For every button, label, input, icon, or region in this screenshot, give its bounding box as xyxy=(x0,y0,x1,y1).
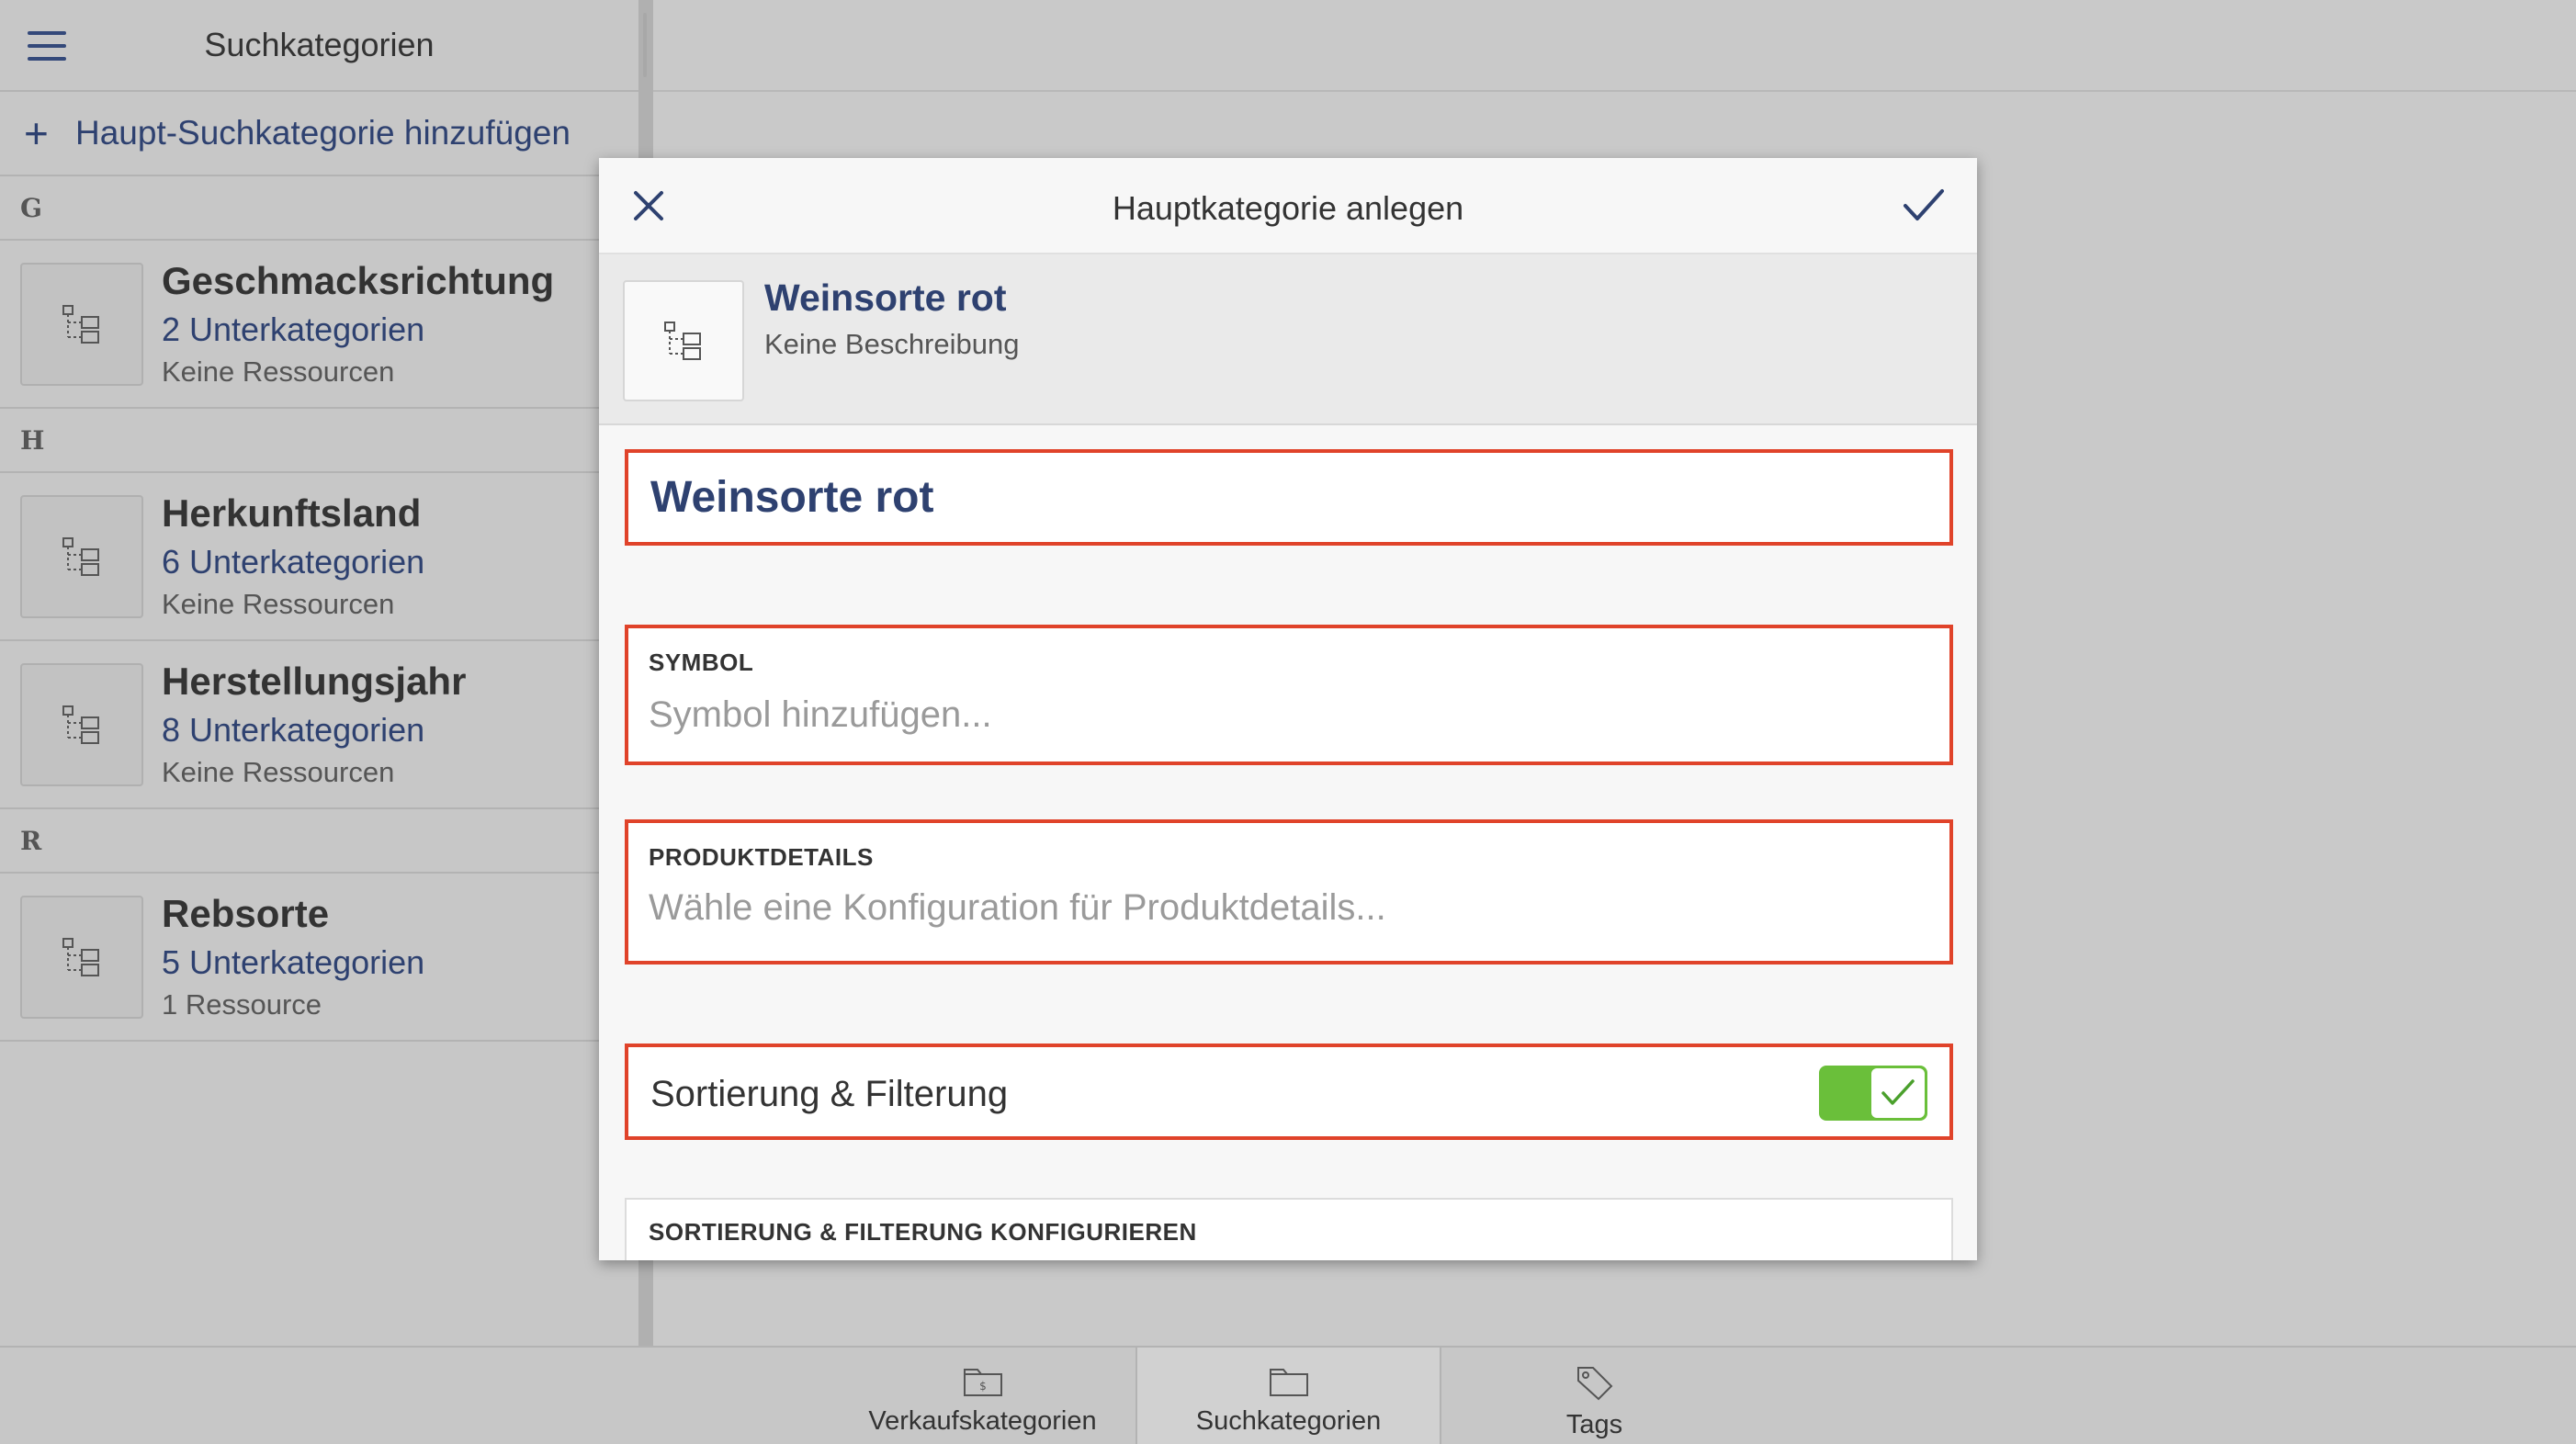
sort-filter-config-label: SORTIERUNG & FILTERUNG KONFIGURIEREN xyxy=(649,1218,1197,1246)
left-pane-header: Suchkategorien xyxy=(0,0,638,92)
checkmark-icon[interactable] xyxy=(1902,186,1946,226)
preview-name: Weinsorte rot xyxy=(764,276,1007,319)
section-header-h: H xyxy=(0,409,638,473)
create-category-dialog: Hauptkategorie anlegen Weinsorte rot Kei… xyxy=(599,158,1977,1260)
category-name: Geschmacksrichtung xyxy=(162,259,555,302)
sort-filter-toggle[interactable] xyxy=(1819,1066,1927,1121)
tab-tags[interactable]: Tags xyxy=(1441,1348,1747,1444)
tree-structure-icon xyxy=(20,896,143,1019)
category-name-field xyxy=(625,449,1953,546)
left-pane-title: Suchkategorien xyxy=(204,26,435,63)
category-name: Herstellungsjahr xyxy=(162,660,467,703)
produktdetails-field[interactable]: PRODUKTDETAILS Wähle eine Konfiguration … xyxy=(625,819,1953,965)
sort-filter-config-section[interactable]: SORTIERUNG & FILTERUNG KONFIGURIEREN xyxy=(625,1198,1953,1260)
svg-text:$: $ xyxy=(979,1380,987,1393)
category-preview: Weinsorte rot Keine Beschreibung xyxy=(599,254,1977,425)
symbol-field[interactable]: SYMBOL Symbol hinzufügen... xyxy=(625,625,1953,765)
category-resources: 1 Ressource xyxy=(162,988,322,1021)
category-item-rebsorte[interactable]: Rebsorte 5 Unterkategorien 1 Ressource xyxy=(0,874,638,1042)
folder-icon xyxy=(1269,1369,1308,1396)
close-icon[interactable] xyxy=(630,187,667,224)
tab-label: Verkaufskategorien xyxy=(868,1406,1097,1436)
preview-description: Keine Beschreibung xyxy=(764,328,1020,360)
dialog-title: Hauptkategorie anlegen xyxy=(1112,189,1464,227)
category-subcount: 5 Unterkategorien xyxy=(162,943,425,981)
tab-label: Suchkategorien xyxy=(1195,1406,1382,1436)
dialog-header: Hauptkategorie anlegen xyxy=(599,158,1977,254)
category-name: Rebsorte xyxy=(162,892,330,935)
symbol-label: SYMBOL xyxy=(649,649,754,676)
produktdetails-placeholder: Wähle eine Konfiguration für Produktdeta… xyxy=(649,887,1386,928)
tree-structure-icon xyxy=(20,263,143,386)
category-resources: Keine Ressourcen xyxy=(162,756,395,788)
category-subcount: 2 Unterkategorien xyxy=(162,310,425,348)
category-item-herstellungsjahr[interactable]: Herstellungsjahr 8 Unterkategorien Keine… xyxy=(0,641,638,809)
symbol-placeholder: Symbol hinzufügen... xyxy=(649,694,992,735)
add-main-category-button[interactable]: + Haupt-Suchkategorie hinzufügen xyxy=(0,92,638,176)
category-name: Herkunftsland xyxy=(162,491,422,535)
category-item-herkunftsland[interactable]: Herkunftsland 6 Unterkategorien Keine Re… xyxy=(0,473,638,641)
section-header-r: R xyxy=(0,809,638,874)
tag-icon xyxy=(1576,1367,1612,1401)
category-item-geschmacksrichtung[interactable]: Geschmacksrichtung 2 Unterkategorien Kei… xyxy=(0,241,638,409)
tree-structure-icon xyxy=(623,280,744,401)
detail-pane-header xyxy=(653,0,2576,92)
folder-dollar-icon: $ xyxy=(963,1369,1002,1396)
tab-suchkategorien[interactable]: Suchkategorien xyxy=(1135,1348,1441,1444)
section-header-g: G xyxy=(0,176,638,241)
sort-filter-label: Sortierung & Filterung xyxy=(650,1074,1009,1114)
toggle-checkmark-icon xyxy=(1871,1068,1925,1118)
sort-filter-row: Sortierung & Filterung xyxy=(625,1044,1953,1140)
category-list-pane: Suchkategorien + Haupt-Suchkategorie hin… xyxy=(0,0,638,1346)
add-main-category-label: Haupt-Suchkategorie hinzufügen xyxy=(75,114,571,152)
category-subcount: 6 Unterkategorien xyxy=(162,543,425,581)
produktdetails-label: PRODUKTDETAILS xyxy=(649,843,874,871)
tab-verkaufskategorien[interactable]: $ Verkaufskategorien xyxy=(830,1348,1135,1444)
bottom-tab-bar: $ Verkaufskategorien Suchkategorien Tags xyxy=(0,1346,2576,1444)
tree-structure-icon xyxy=(20,663,143,786)
tab-label: Tags xyxy=(1565,1410,1623,1439)
category-name-input[interactable] xyxy=(628,453,1949,542)
category-resources: Keine Ressourcen xyxy=(162,588,395,620)
tree-structure-icon xyxy=(20,495,143,618)
category-resources: Keine Ressourcen xyxy=(162,355,395,388)
category-subcount: 8 Unterkategorien xyxy=(162,711,425,749)
plus-icon: + xyxy=(24,109,49,157)
